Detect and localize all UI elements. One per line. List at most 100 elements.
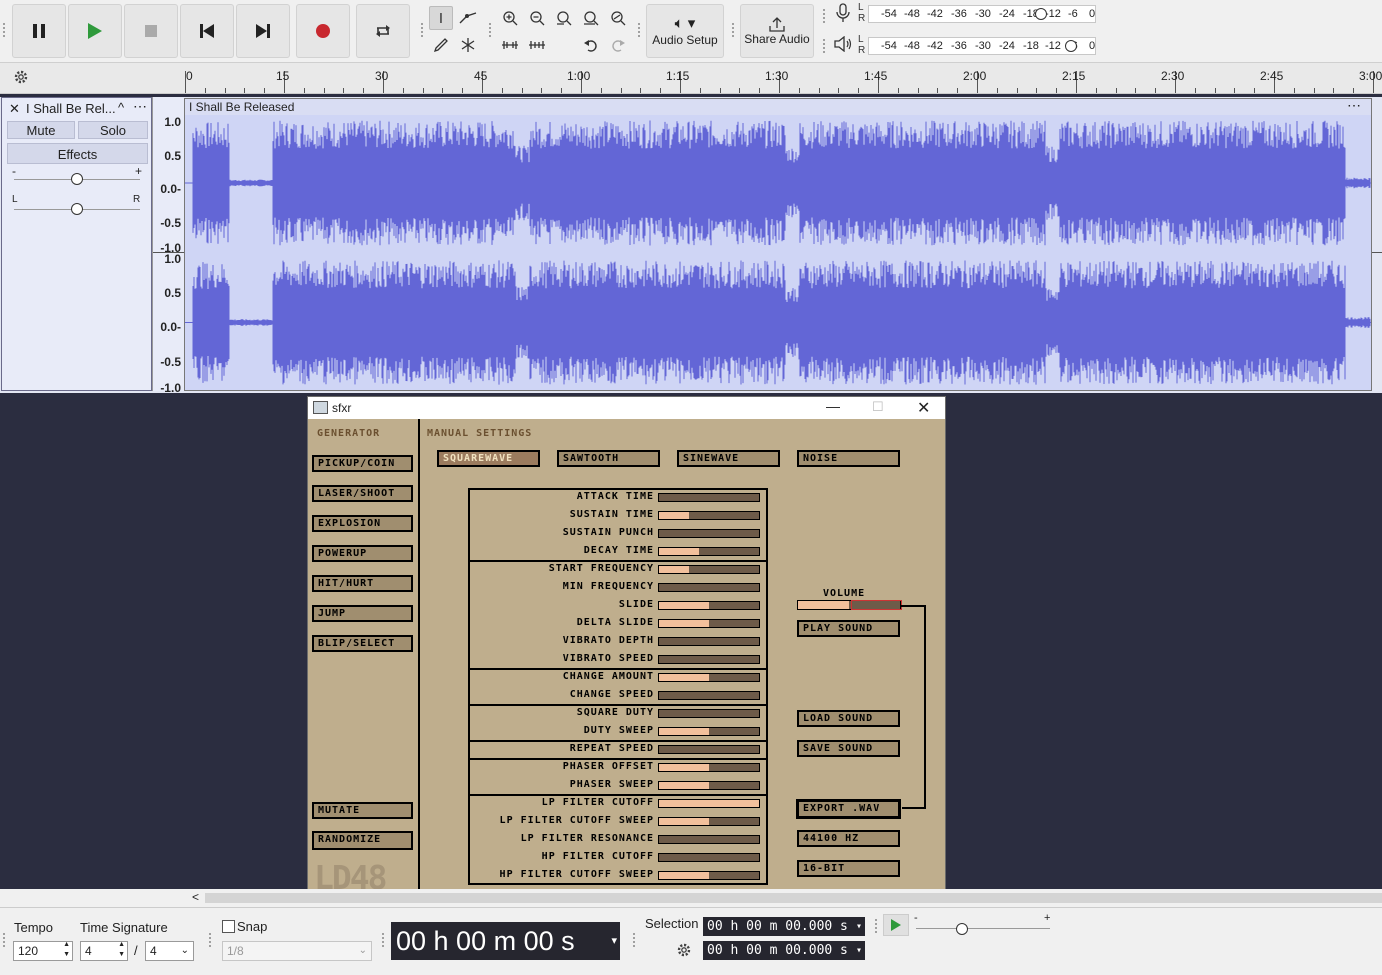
generator-button-laser-shoot[interactable]: LASER/SHOOT	[312, 485, 413, 502]
sample-rate-button[interactable]: 44100 HZ	[797, 830, 900, 847]
gain-slider[interactable]	[14, 173, 140, 185]
time-signature-denominator[interactable]: 4 ⌄	[145, 941, 194, 961]
load-sound-button[interactable]: LOAD SOUND	[797, 710, 900, 727]
toolbar-grip[interactable]	[874, 918, 878, 934]
toolbar-grip[interactable]	[822, 38, 826, 54]
param-slider[interactable]	[658, 745, 760, 754]
draw-tool-icon[interactable]	[429, 33, 453, 57]
play-at-speed-button[interactable]	[883, 914, 909, 936]
share-audio-button[interactable]: Share Audio	[740, 4, 814, 58]
param-slider[interactable]	[658, 619, 760, 628]
generator-button-blip-select[interactable]: BLIP/SELECT	[312, 635, 413, 652]
generator-button-hit-hurt[interactable]: HIT/HURT	[312, 575, 413, 592]
playback-meter[interactable]: -54-48-42-36-30-24-18-12-60	[868, 37, 1096, 55]
generator-button-powerup[interactable]: POWERUP	[312, 545, 413, 562]
zoom-out-icon[interactable]	[525, 6, 549, 30]
stop-button[interactable]	[124, 4, 178, 58]
param-slider[interactable]	[658, 799, 760, 808]
playback-speed-thumb[interactable]	[956, 923, 968, 935]
zoom-toggle-icon[interactable]	[606, 6, 630, 30]
chevron-down-icon[interactable]: ▾	[611, 922, 617, 960]
fit-project-icon[interactable]	[579, 6, 603, 30]
waveform-button-sawtooth[interactable]: SAWTOOTH	[557, 450, 660, 467]
fit-selection-icon[interactable]	[552, 6, 576, 30]
waveform-button-noise[interactable]: NOISE	[797, 450, 900, 467]
meter-level-knob[interactable]	[1035, 8, 1047, 20]
selection-tool-icon[interactable]: I	[429, 6, 453, 30]
snap-select[interactable]: 1/8 ⌄	[222, 941, 372, 961]
multi-tool-icon[interactable]	[456, 33, 480, 57]
timeline-ruler[interactable]: 0 15 30 45 1:00 1:15 1:30 1:45 2:00 2:15 2:30 2:45 3…	[185, 63, 1382, 93]
waveform-button-squarewave[interactable]: SQUAREWAVE	[437, 450, 540, 467]
param-slider[interactable]	[658, 691, 760, 700]
scroll-left-icon[interactable]: <	[192, 890, 199, 904]
audio-setup-button[interactable]: 🔈︎ ▾ Audio Setup	[646, 4, 724, 58]
skip-to-start-button[interactable]	[180, 4, 234, 58]
param-slider[interactable]	[658, 565, 760, 574]
minimize-icon[interactable]: —	[826, 398, 840, 414]
close-icon[interactable]: ✕	[917, 398, 930, 418]
param-slider[interactable]	[658, 583, 760, 592]
toolbar-grip[interactable]	[381, 932, 385, 948]
generator-button-jump[interactable]: JUMP	[312, 605, 413, 622]
waveform-button-sinewave[interactable]: SINEWAVE	[677, 450, 780, 467]
chevron-down-icon[interactable]: ▾	[856, 941, 862, 960]
horizontal-scrollbar[interactable]	[205, 893, 1382, 903]
pan-slider-thumb[interactable]	[71, 203, 83, 215]
param-slider[interactable]	[658, 835, 760, 844]
param-slider[interactable]	[658, 781, 760, 790]
volume-slider[interactable]	[797, 600, 902, 610]
effects-button[interactable]: Effects	[7, 143, 148, 164]
toolbar-grip[interactable]	[420, 22, 424, 38]
skip-to-end-button[interactable]	[236, 4, 290, 58]
timeline-settings-gear-icon[interactable]	[12, 68, 32, 88]
param-slider[interactable]	[658, 673, 760, 682]
toolbar-grip[interactable]	[208, 932, 212, 948]
pause-button[interactable]	[12, 4, 66, 58]
play-button[interactable]	[68, 4, 122, 58]
bit-depth-button[interactable]: 16-BIT	[797, 860, 900, 877]
mute-button[interactable]: Mute	[7, 121, 75, 139]
envelope-tool-icon[interactable]	[456, 6, 480, 30]
snap-checkbox[interactable]	[222, 920, 235, 933]
param-slider[interactable]	[658, 853, 760, 862]
param-slider[interactable]	[658, 511, 760, 520]
play-sound-button[interactable]: PLAY SOUND	[797, 620, 900, 637]
toolbar-grip[interactable]	[637, 22, 641, 38]
zoom-in-icon[interactable]	[498, 6, 522, 30]
param-slider[interactable]	[658, 655, 760, 664]
playback-meter-speaker-icon[interactable]	[834, 35, 854, 56]
randomize-button[interactable]: RANDOMIZE	[312, 831, 413, 850]
meter-level-knob[interactable]	[1065, 40, 1077, 52]
selection-end[interactable]: 00 h 00 m 00.000 s ▾	[703, 941, 865, 960]
pan-slider[interactable]	[14, 203, 140, 215]
param-slider[interactable]	[658, 601, 760, 610]
track-close-icon[interactable]: ✕	[9, 101, 20, 117]
maximize-icon[interactable]: ☐	[872, 399, 884, 415]
toolbar-grip[interactable]	[488, 22, 492, 38]
loop-button[interactable]	[356, 4, 410, 58]
redo-icon[interactable]	[606, 33, 630, 57]
track-name[interactable]: I Shall Be Rel...	[26, 101, 116, 116]
silence-audio-icon[interactable]	[525, 33, 549, 57]
param-slider[interactable]	[658, 529, 760, 538]
toolbar-grip[interactable]	[2, 22, 6, 38]
clip-header[interactable]: I Shall Be Released ⋯	[185, 97, 1371, 115]
record-meter[interactable]: -54 -48 -42 -36 -30 -24 -18 -12 -6 0	[868, 5, 1096, 23]
toolbar-grip[interactable]	[731, 22, 735, 38]
toolbar-grip[interactable]	[822, 8, 826, 24]
param-slider[interactable]	[658, 637, 760, 646]
time-display[interactable]: 00 h 00 m 00 s ▾	[391, 922, 620, 960]
param-slider[interactable]	[658, 547, 760, 556]
record-meter-microphone-icon[interactable]	[834, 3, 854, 25]
chevron-down-icon[interactable]: ▾	[856, 917, 862, 936]
toolbar-grip[interactable]	[632, 932, 636, 948]
solo-button[interactable]: Solo	[78, 121, 148, 139]
param-slider[interactable]	[658, 727, 760, 736]
tempo-spin-icon[interactable]: ▲ ▼	[63, 940, 70, 960]
audio-clip[interactable]: I Shall Be Released ⋯	[184, 97, 1372, 391]
export-wav-button[interactable]: EXPORT .WAV	[796, 799, 901, 819]
playback-speed-slider[interactable]	[916, 923, 1050, 935]
param-slider[interactable]	[658, 493, 760, 502]
gain-slider-thumb[interactable]	[71, 173, 83, 185]
